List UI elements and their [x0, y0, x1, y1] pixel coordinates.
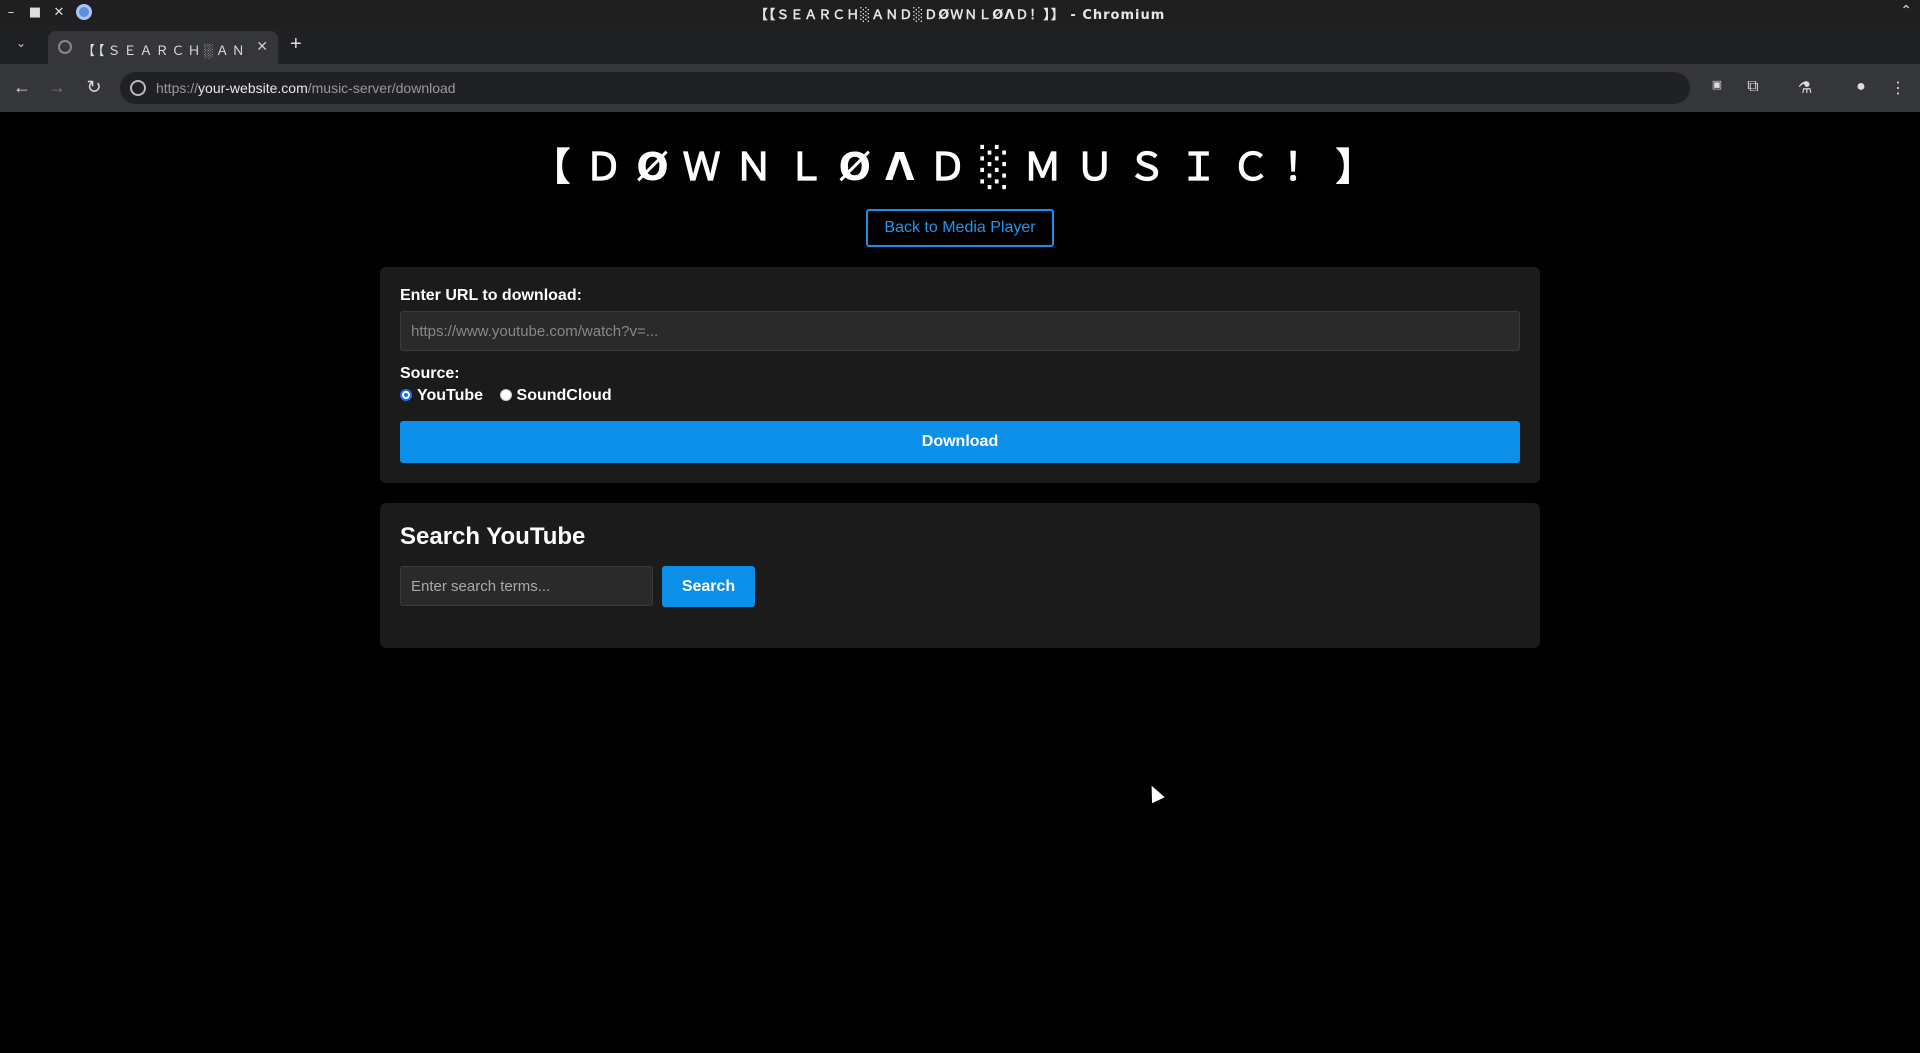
menu-icon[interactable]: ⋮ [1887, 78, 1909, 98]
download-button[interactable]: Download [400, 421, 1520, 463]
url-label: Enter URL to download: [400, 287, 582, 304]
radio-soundcloud[interactable] [499, 388, 512, 401]
source-option-soundcloud[interactable]: SoundCloud [499, 387, 612, 405]
search-button[interactable]: Search [662, 566, 755, 607]
back-to-media-player-button[interactable]: Back to Media Player [866, 209, 1054, 247]
search-input[interactable] [400, 566, 653, 606]
page-content: 【ＤØＷＮＬØΛＤ░ＭＵＳＩＣ！】 Back to Media Player E… [0, 112, 1920, 1053]
tab-active[interactable]: 【【ＳＥＡＲＣＨ░ＡＮＤ░ＤØＷＮＬØΛＤ！】】 ✕ [48, 31, 278, 64]
forward-icon[interactable]: → [45, 76, 69, 98]
new-tab-icon[interactable]: + [290, 34, 302, 54]
window-titlebar: – ■ ✕ 【【ＳＥＡＲＣＨ░ＡＮＤ░ＤØＷＮＬØΛＤ！】】 - Chromiu… [0, 0, 1920, 26]
window-title: 【【ＳＥＡＲＣＨ░ＡＮＤ░ＤØＷＮＬØΛＤ！】】 - Chromium [754, 8, 1166, 23]
profile-icon[interactable]: ● [1850, 78, 1872, 96]
radio-youtube[interactable] [400, 388, 412, 401]
download-card: Enter URL to download: Source: YouTube S… [380, 267, 1540, 483]
radio-youtube-label: YouTube [417, 387, 484, 404]
reload-icon[interactable]: ↻ [82, 76, 106, 98]
tab-close-icon[interactable]: ✕ [256, 38, 268, 55]
tab-list-icon[interactable]: ⌄ [16, 36, 26, 50]
url-host: your-website.com [198, 80, 308, 96]
address-bar[interactable]: https://your-website.com/music-server/do… [120, 72, 1690, 104]
site-info-icon[interactable] [130, 80, 146, 96]
radio-soundcloud-label: SoundCloud [516, 387, 612, 404]
url-scheme: https:// [156, 80, 199, 96]
source-label: Source: [400, 365, 460, 382]
cursor-icon [1145, 782, 1165, 804]
search-title: Search YouTube [400, 523, 586, 550]
extensions-icon[interactable]: ⧉ [1742, 78, 1764, 96]
browser-toolbar: ← → ↻ https://your-website.com/music-ser… [0, 64, 1920, 112]
address-url: https://your-website.com/music-server/do… [156, 80, 456, 96]
url-input[interactable] [400, 311, 1520, 351]
back-icon[interactable]: ← [10, 76, 34, 98]
search-card: Search YouTube Search [380, 503, 1540, 648]
tab-label: 【【ＳＥＡＲＣＨ░ＡＮＤ░ＤØＷＮＬØΛＤ！】】 [82, 43, 242, 58]
source-radio-group: YouTube SoundCloud [400, 387, 624, 405]
labs-icon[interactable]: ⚗ [1794, 78, 1816, 98]
page-title: 【ＤØＷＮＬØΛＤ░ＭＵＳＩＣ！】 [532, 145, 1388, 189]
extension-badge-icon[interactable]: ▣ [1706, 78, 1728, 91]
chevron-up-icon[interactable]: ⌃ [1900, 3, 1912, 19]
globe-icon [58, 40, 72, 54]
tab-strip: ⌄ 【【ＳＥＡＲＣＨ░ＡＮＤ░ＤØＷＮＬØΛＤ！】】 ✕ + [0, 26, 1920, 64]
url-path: /music-server/download [307, 80, 456, 96]
source-option-youtube[interactable]: YouTube [400, 387, 483, 405]
